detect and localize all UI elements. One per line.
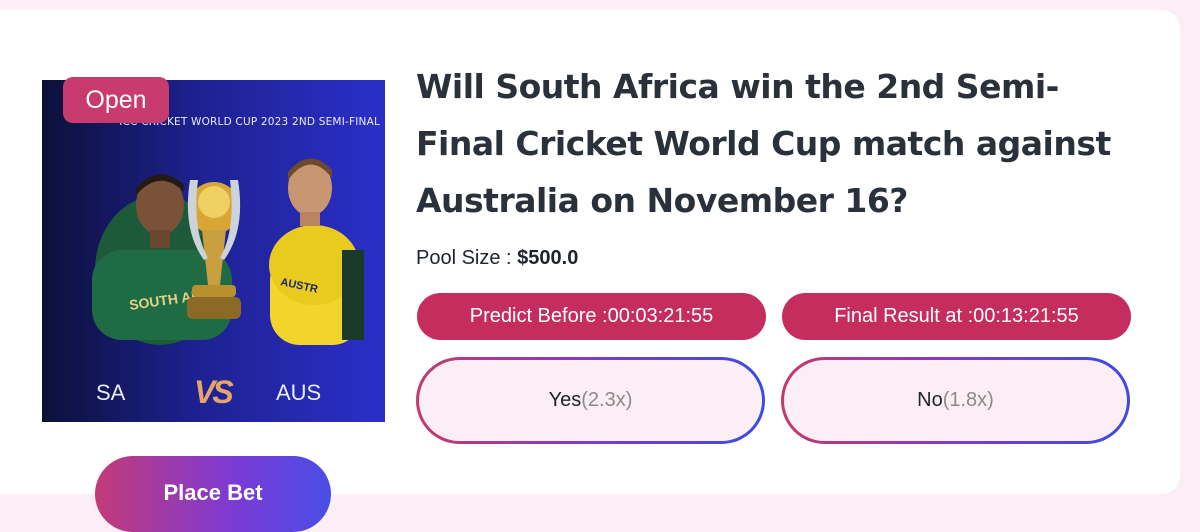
option-yes-label: Yes — [548, 389, 582, 411]
status-badge: Open — [63, 77, 169, 123]
place-bet-button[interactable]: Place Bet — [95, 456, 331, 532]
pool-size-label: Pool Size : — [416, 247, 518, 269]
team-aus-label: AUS — [276, 380, 322, 405]
final-result-badge: Final Result at :00:13:21:55 — [782, 293, 1131, 340]
vs-label: VS — [194, 374, 234, 410]
option-yes-inner: Yes (2.3x) — [419, 360, 762, 441]
aus-player-figure: AUSTR — [269, 158, 364, 345]
option-yes-button[interactable]: Yes (2.3x) — [416, 357, 765, 444]
option-no-button[interactable]: No (1.8x) — [781, 357, 1130, 444]
option-yes-multiplier: (2.3x) — [581, 389, 633, 411]
pool-size: Pool Size : $500.0 — [416, 247, 578, 270]
market-question: Will South Africa win the 2nd Semi-Final… — [416, 67, 1111, 220]
team-sa-label: SA — [96, 380, 126, 405]
option-no-multiplier: (1.8x) — [942, 389, 994, 411]
option-no-label: No — [917, 389, 943, 411]
pool-size-amount: $500.0 — [517, 247, 579, 269]
predict-before-badge: Predict Before :00:03:21:55 — [417, 293, 766, 340]
banner-illustration: SOUTH AF AUSTR — [92, 158, 364, 345]
option-no-inner: No (1.8x) — [784, 360, 1127, 441]
match-banner-image: ICC CRICKET WORLD CUP 2023 2ND SEMI-FINA… — [42, 80, 385, 422]
